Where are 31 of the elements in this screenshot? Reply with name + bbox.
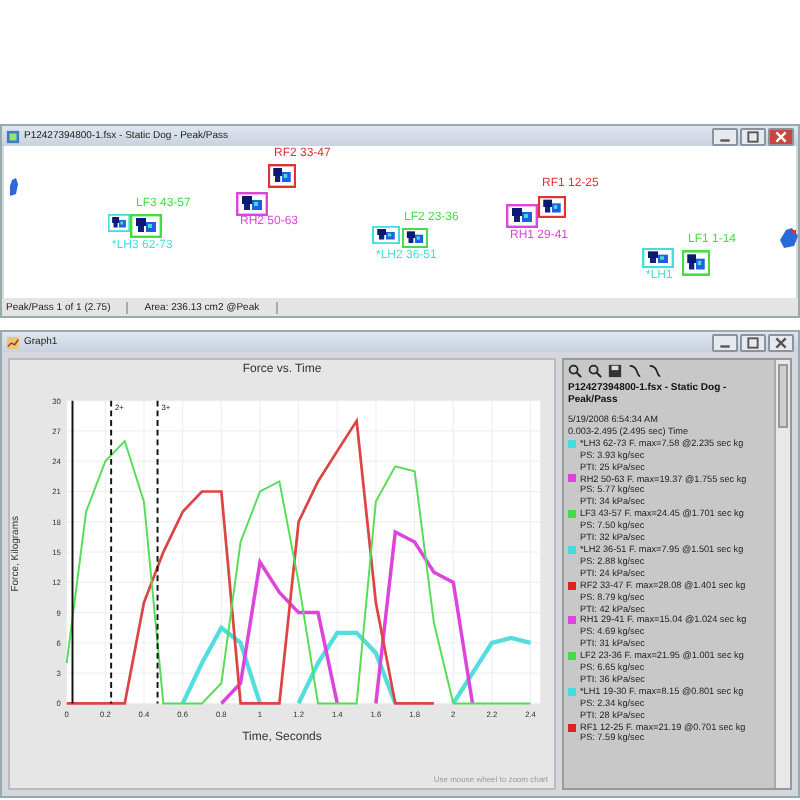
- cursor-line[interactable]: [110, 399, 113, 705]
- pressure-print[interactable]: [506, 204, 538, 228]
- close-icon: [770, 129, 792, 143]
- close-button[interactable]: [768, 333, 794, 351]
- app-icon: [6, 129, 20, 143]
- pressure-print[interactable]: [130, 214, 162, 238]
- minimize-button[interactable]: [712, 127, 738, 145]
- close-icon: [770, 335, 792, 349]
- close-button[interactable]: [768, 127, 794, 145]
- maximize-button[interactable]: [740, 333, 766, 351]
- scrollbar[interactable]: [774, 360, 790, 788]
- cursor-line[interactable]: [156, 399, 159, 705]
- minimize-button[interactable]: [712, 333, 738, 351]
- pressure-print[interactable]: [402, 228, 428, 248]
- maximize-icon: [742, 129, 764, 143]
- pressure-print[interactable]: [682, 250, 710, 276]
- zoom-icon[interactable]: [588, 364, 602, 378]
- maximize-button[interactable]: [740, 127, 766, 145]
- graph-icon: [6, 335, 20, 349]
- pressure-print[interactable]: [108, 214, 130, 232]
- save-icon[interactable]: [608, 364, 622, 378]
- cursor-line[interactable]: [71, 399, 74, 705]
- zoom-icon[interactable]: [568, 364, 582, 378]
- maximize-icon: [742, 335, 764, 349]
- pressure-print[interactable]: [538, 196, 566, 218]
- pressure-print[interactable]: [236, 192, 268, 216]
- footprint-mark-icon: [780, 228, 798, 248]
- footprint-mark-icon: [10, 178, 18, 196]
- pressure-print[interactable]: [268, 164, 296, 188]
- pressure-print[interactable]: [372, 226, 400, 244]
- pressure-print[interactable]: [642, 248, 674, 268]
